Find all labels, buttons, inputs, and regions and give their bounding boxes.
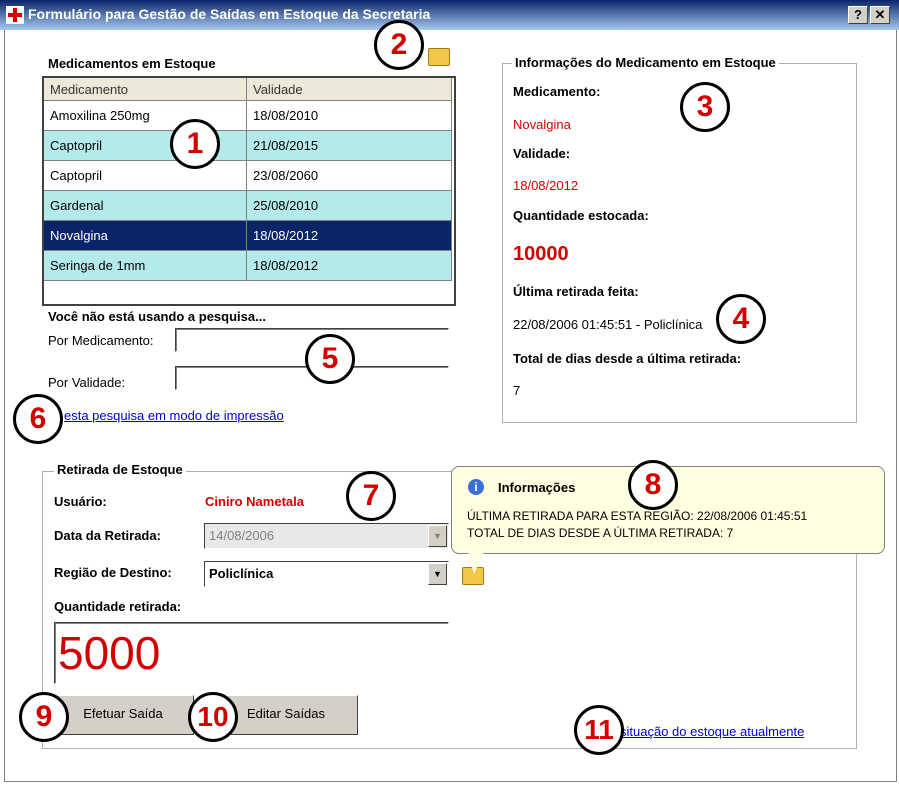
stock-grid[interactable]: Medicamento Validade Amoxilina 250mg 18/0… (42, 76, 456, 306)
info-qty-value: 10000 (513, 243, 569, 265)
stock-status-link[interactable]: situação do estoque atualmente (620, 724, 804, 739)
info-qty-label: Quantidade estocada: (513, 208, 649, 223)
cell-medicine: Gardenal (44, 190, 247, 221)
qty-label: Quantidade retirada: (54, 599, 182, 614)
tooltip-title: Informações (498, 480, 576, 495)
cell-validity: 18/08/2012 (246, 250, 452, 281)
cell-validity: 21/08/2015 (246, 130, 452, 161)
marker-2: 2 (374, 20, 424, 70)
info-last-value: 22/08/2006 01:45:51 - Policlínica (513, 317, 703, 332)
info-validity-label: Validade: (513, 146, 571, 161)
info-days-label: Total de dias desde a última retirada: (513, 351, 742, 366)
qty-value: 5000 (58, 627, 161, 679)
cell-medicine: Novalgina (44, 220, 247, 251)
info-days-value: 7 (513, 383, 521, 398)
window-title: Formulário para Gestão de Saídas em Esto… (28, 6, 431, 22)
tooltip-pointer (468, 552, 484, 574)
column-header-medicine[interactable]: Medicamento (44, 78, 247, 101)
chevron-down-icon[interactable]: ▼ (428, 563, 447, 585)
user-label: Usuário: (54, 494, 107, 509)
close-button[interactable]: ✕ (870, 6, 890, 24)
marker-7: 7 (346, 471, 396, 521)
table-row-selected[interactable]: Novalgina 18/08/2012 (44, 220, 452, 251)
qty-input[interactable]: 5000 (54, 622, 449, 684)
table-row[interactable]: Amoxilina 250mg 18/08/2010 (44, 100, 452, 131)
cell-validity: 25/08/2010 (246, 190, 452, 221)
cell-validity: 18/08/2012 (246, 220, 452, 251)
column-header-validity[interactable]: Validade (246, 78, 452, 101)
marker-6: 6 (13, 394, 63, 444)
table-row[interactable]: Gardenal 25/08/2010 (44, 190, 452, 221)
marker-4: 4 (716, 294, 766, 344)
cell-validity: 18/08/2010 (246, 100, 452, 131)
print-mode-link[interactable]: esta pesquisa em modo de impressão (64, 408, 284, 423)
region-value: Policlínica (209, 566, 274, 581)
table-row[interactable]: Captopril 21/08/2015 (44, 130, 452, 161)
tooltip-line1: ÚLTIMA RETIRADA PARA ESTA REGIÃO: 22/08/… (467, 509, 808, 523)
info-icon: i (468, 479, 484, 495)
info-legend: Informações do Medicamento em Estoque (512, 55, 779, 70)
marker-3: 3 (680, 82, 730, 132)
chevron-down-icon[interactable]: ▼ (428, 525, 447, 547)
withdraw-legend: Retirada de Estoque (54, 462, 186, 477)
cell-medicine: Captopril (44, 160, 247, 191)
title-bar: Formulário para Gestão de Saídas em Esto… (0, 0, 899, 30)
cell-medicine: Amoxilina 250mg (44, 100, 247, 131)
info-last-label: Última retirada feita: (513, 284, 639, 299)
region-label: Região de Destino: (54, 565, 172, 580)
stock-list-heading: Medicamentos em Estoque (48, 56, 216, 71)
info-medicine-value: Novalgina (513, 117, 571, 132)
search-validity-label: Por Validade: (48, 375, 126, 390)
help-button[interactable]: ? (848, 6, 868, 24)
save-button[interactable]: Efetuar Saída (52, 695, 194, 735)
app-cross-icon (6, 6, 24, 24)
marker-8: 8 (628, 460, 678, 510)
date-value: 14/08/2006 (209, 528, 275, 543)
print-folder-icon[interactable] (428, 48, 450, 66)
region-select[interactable]: Policlínica ▼ (204, 561, 449, 587)
marker-10: 10 (188, 692, 238, 742)
marker-5: 5 (305, 334, 355, 384)
marker-11: 11 (574, 705, 624, 755)
date-label: Data da Retirada: (54, 528, 161, 543)
table-row[interactable]: Captopril 23/08/2060 (44, 160, 452, 191)
date-picker[interactable]: 14/08/2006 ▼ (204, 523, 449, 549)
info-medicine-label: Medicamento: (513, 84, 601, 99)
search-medicine-label: Por Medicamento: (48, 333, 154, 348)
table-row[interactable]: Seringa de 1mm 18/08/2012 (44, 250, 452, 281)
tooltip-line2: TOTAL DE DIAS DESDE A ÚLTIMA RETIRADA: 7 (467, 526, 734, 540)
marker-1: 1 (170, 119, 220, 169)
cell-validity: 23/08/2060 (246, 160, 452, 191)
user-value: Ciniro Nametala (205, 494, 304, 509)
info-validity-value: 18/08/2012 (513, 178, 579, 193)
search-status: Você não está usando a pesquisa... (48, 309, 266, 324)
marker-9: 9 (19, 692, 69, 742)
cell-medicine: Seringa de 1mm (44, 250, 247, 281)
